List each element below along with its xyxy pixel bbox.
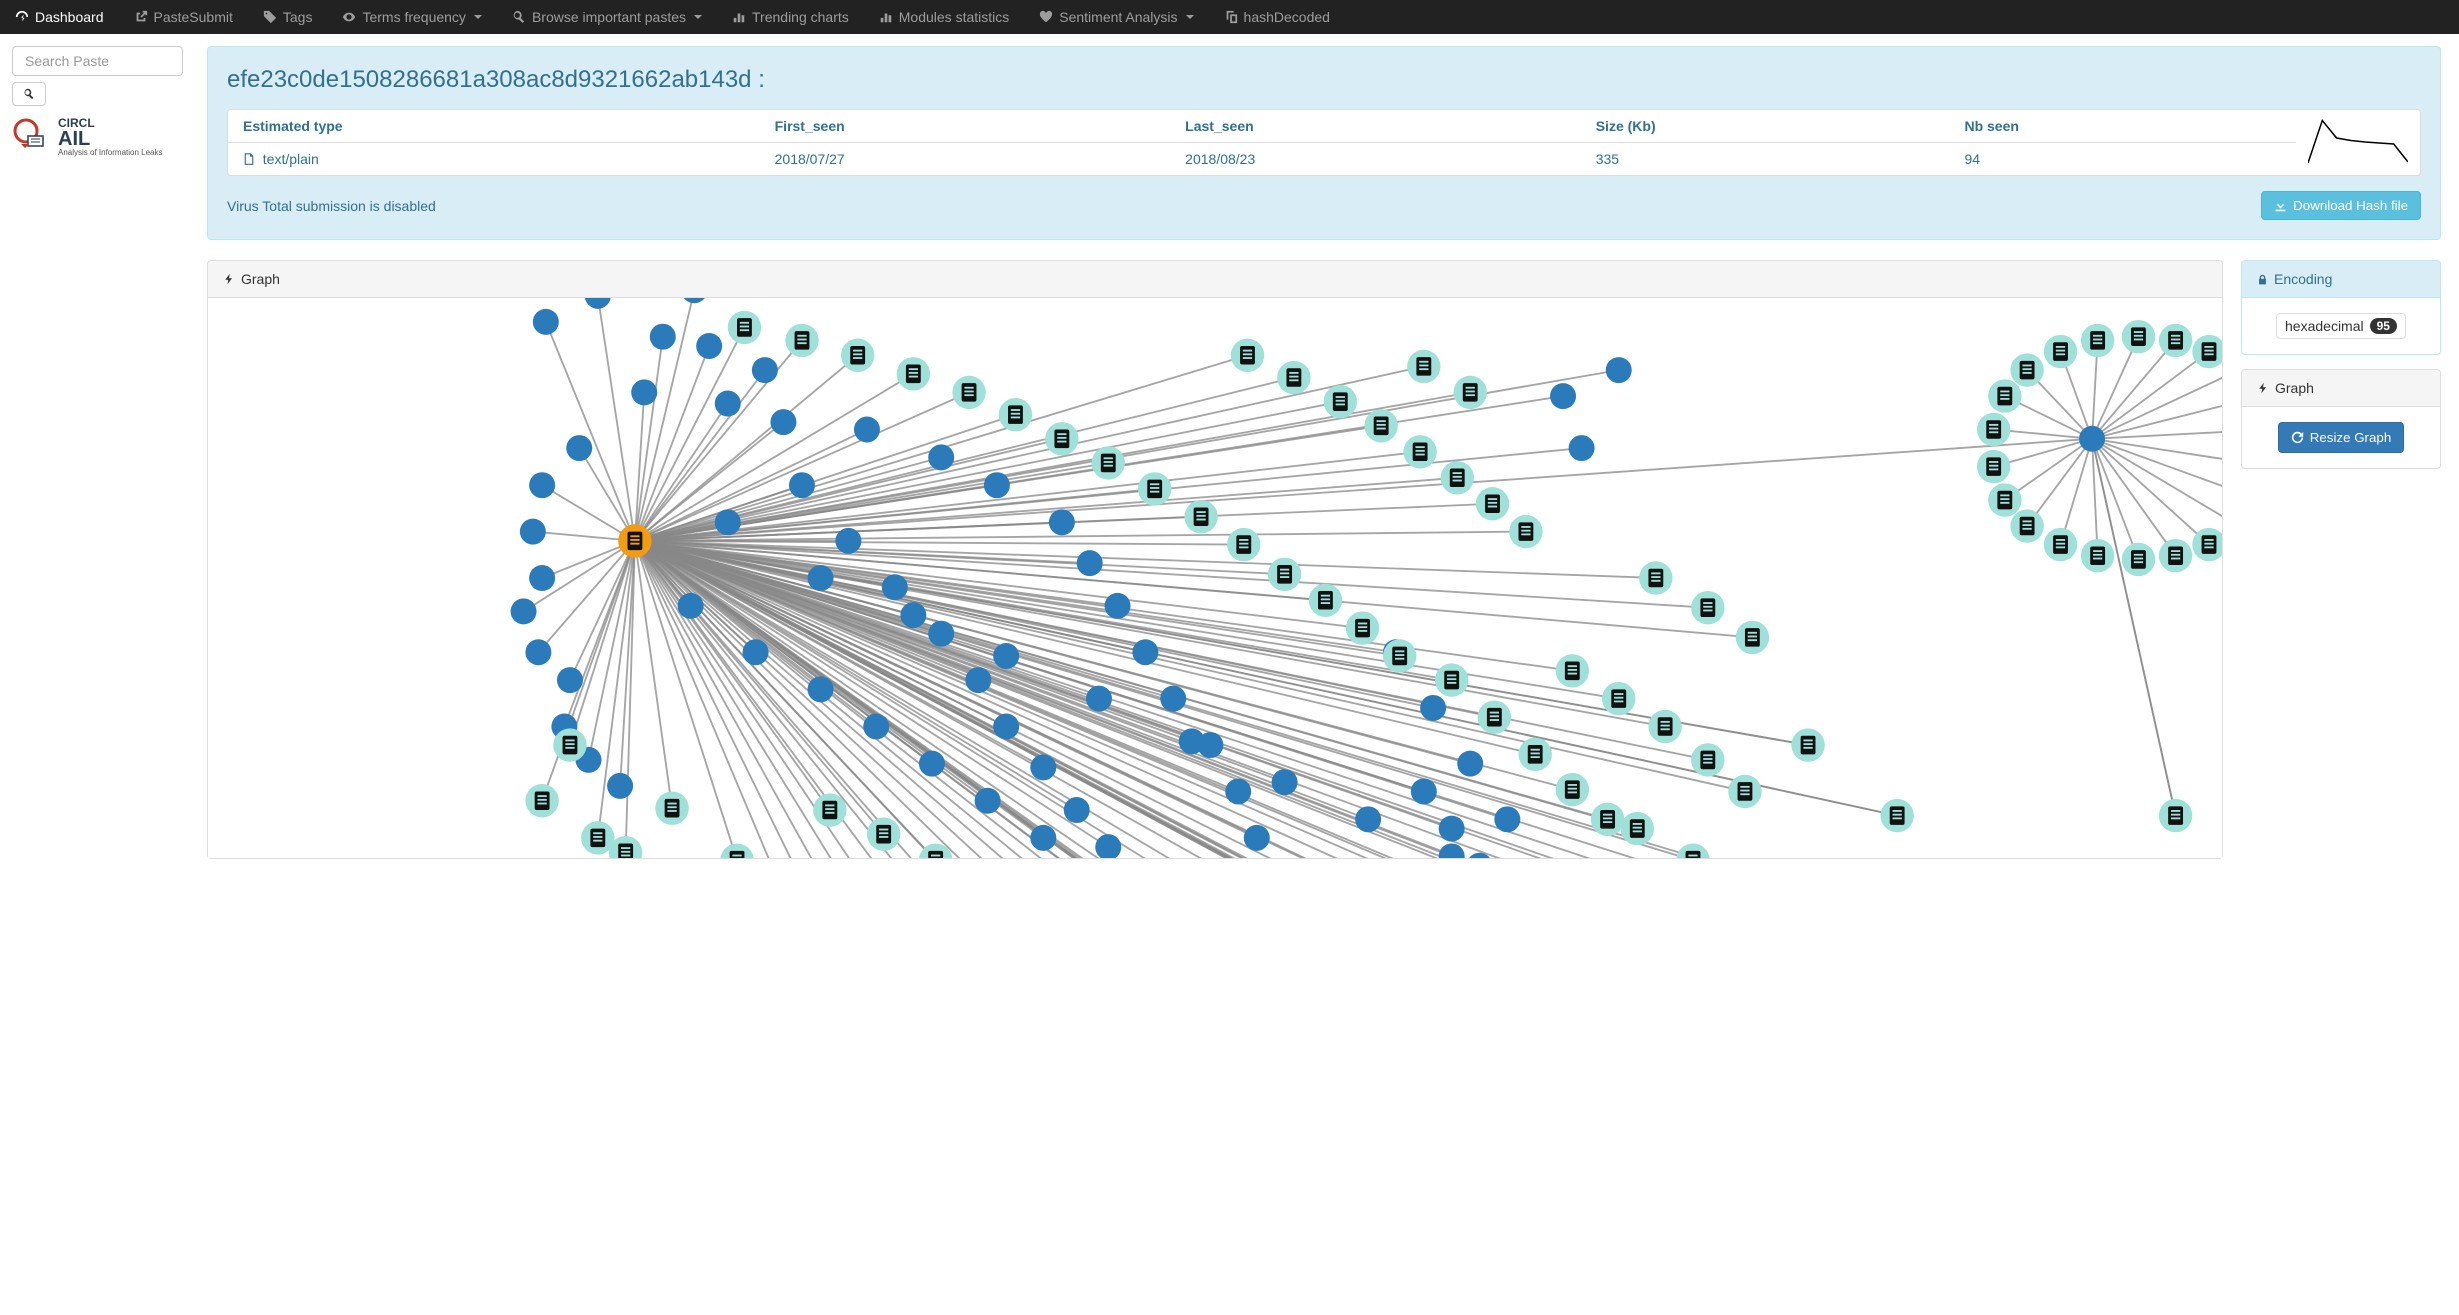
nav-sentiment[interactable]: Sentiment Analysis (1024, 0, 1208, 34)
sidebar: CIRCL AIL Analysis of Information Leaks (0, 34, 195, 859)
download-hash-label: Download Hash file (2293, 198, 2408, 213)
logo-sub: Analysis of Information Leaks (58, 148, 163, 157)
eye-icon (342, 10, 356, 24)
bar-chart-icon (879, 10, 893, 24)
logo: CIRCL AIL Analysis of Information Leaks (12, 116, 183, 157)
nav-pastesubmit-label: PasteSubmit (154, 9, 233, 25)
external-link-icon (134, 10, 148, 24)
nav-modules[interactable]: Modules statistics (864, 0, 1024, 34)
top-navbar: Dashboard PasteSubmit Tags Terms frequen… (0, 0, 2459, 34)
encoding-tag[interactable]: hexadecimal 95 (2276, 313, 2406, 339)
td-estimated-type: text/plain (263, 151, 319, 167)
td-first-seen: 2018/07/27 (760, 143, 1171, 176)
refresh-icon (2291, 431, 2304, 444)
search-icon (512, 10, 526, 24)
chevron-down-icon (1186, 15, 1194, 19)
hash-title: efe23c0de1508286681a308ac8d9321662ab143d… (227, 66, 2421, 94)
logo-main: AIL (58, 130, 163, 148)
nav-browse-label: Browse important pastes (532, 9, 686, 25)
hash-info-well: efe23c0de1508286681a308ac8d9321662ab143d… (207, 46, 2441, 240)
nav-terms-frequency[interactable]: Terms frequency (327, 0, 496, 34)
logo-mark-icon (12, 117, 52, 157)
chevron-down-icon (694, 15, 702, 19)
heart-icon (1039, 10, 1053, 24)
th-first-seen: First_seen (760, 110, 1171, 143)
graph-actions-panel: Graph Resize Graph (2241, 369, 2441, 469)
table-row: text/plain 2018/07/27 2018/08/23 335 94 (228, 143, 2296, 176)
encoding-tag-label: hexadecimal (2285, 318, 2364, 334)
nav-hashdecoded[interactable]: hashDecoded (1209, 0, 1345, 34)
resize-graph-button[interactable]: Resize Graph (2278, 422, 2405, 453)
copy-icon (1224, 10, 1238, 24)
search-button[interactable] (12, 82, 46, 106)
nav-browse[interactable]: Browse important pastes (497, 0, 717, 34)
flash-icon (223, 273, 235, 285)
td-size: 335 (1581, 143, 1950, 176)
graph-panel-title: Graph (241, 271, 280, 287)
nav-trending-label: Trending charts (752, 9, 849, 25)
nav-tags-label: Tags (283, 9, 313, 25)
resize-graph-label: Resize Graph (2310, 430, 2392, 445)
nav-terms-frequency-label: Terms frequency (362, 9, 465, 25)
td-last-seen: 2018/08/23 (1170, 143, 1581, 176)
th-last-seen: Last_seen (1170, 110, 1581, 143)
bar-chart-icon (732, 10, 746, 24)
dashboard-icon (15, 10, 29, 24)
chevron-down-icon (474, 15, 482, 19)
file-icon (243, 153, 255, 165)
encoding-panel: Encoding hexadecimal 95 (2241, 260, 2441, 355)
lock-icon (2257, 274, 2268, 285)
th-estimated-type: Estimated type (228, 110, 760, 143)
flash-icon (2257, 382, 2269, 394)
download-icon (2274, 199, 2287, 212)
nav-hashdecoded-label: hashDecoded (1244, 9, 1330, 25)
hash-info-table: Estimated type First_seen Last_seen Size… (228, 110, 2296, 175)
nav-tags[interactable]: Tags (248, 0, 328, 34)
download-hash-button[interactable]: Download Hash file (2261, 191, 2421, 220)
nav-sentiment-label: Sentiment Analysis (1059, 9, 1177, 25)
th-size: Size (Kb) (1581, 110, 1950, 143)
sparkline-chart (2308, 118, 2408, 168)
nav-trending[interactable]: Trending charts (717, 0, 864, 34)
nav-dashboard[interactable]: Dashboard (0, 0, 119, 34)
tags-icon (263, 10, 277, 24)
nav-pastesubmit[interactable]: PasteSubmit (119, 0, 248, 34)
graph-actions-title: Graph (2275, 380, 2314, 396)
encoding-tag-count: 95 (2370, 318, 2397, 334)
vt-disabled-label: Virus Total submission is disabled (227, 198, 436, 214)
encoding-panel-title: Encoding (2274, 271, 2332, 287)
graph-panel: Graph (207, 260, 2223, 859)
nav-modules-label: Modules statistics (899, 9, 1009, 25)
search-icon (23, 88, 35, 100)
graph-canvas[interactable] (208, 298, 2222, 858)
th-nb-seen: Nb seen (1949, 110, 2296, 143)
search-input[interactable] (12, 46, 183, 76)
nav-dashboard-label: Dashboard (35, 9, 104, 25)
td-nb-seen: 94 (1949, 143, 2296, 176)
